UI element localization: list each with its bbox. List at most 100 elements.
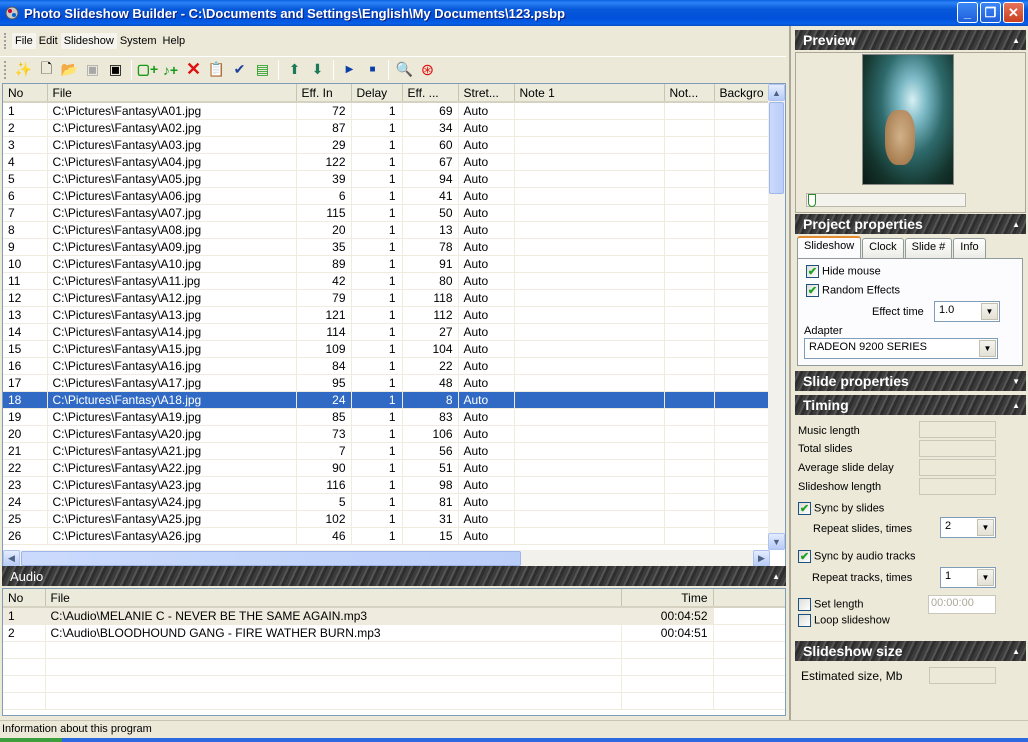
- table-cell[interactable]: 27: [402, 323, 459, 341]
- table-cell[interactable]: 15: [3, 340, 48, 358]
- column-header[interactable]: No: [3, 84, 48, 103]
- audio-row[interactable]: [3, 641, 785, 659]
- table-cell[interactable]: [664, 289, 715, 307]
- table-cell[interactable]: Auto: [458, 238, 515, 256]
- table-cell[interactable]: [514, 187, 665, 205]
- table-cell[interactable]: Auto: [458, 119, 515, 137]
- repeat-slides-select[interactable]: 2 ▼: [940, 517, 996, 538]
- table-cell[interactable]: 89: [296, 255, 352, 273]
- table-cell[interactable]: [664, 357, 715, 375]
- table-cell[interactable]: 73: [296, 425, 352, 443]
- dropdown-arrow-icon[interactable]: ▼: [981, 303, 998, 320]
- table-cell[interactable]: C:\Pictures\Fantasy\A24.jpg: [47, 493, 297, 511]
- table-cell[interactable]: C:\Pictures\Fantasy\A20.jpg: [47, 425, 297, 443]
- table-cell[interactable]: [664, 187, 715, 205]
- table-cell[interactable]: 114: [296, 323, 352, 341]
- table-cell[interactable]: [664, 323, 715, 341]
- table-cell[interactable]: 22: [3, 459, 48, 477]
- table-cell[interactable]: C:\Pictures\Fantasy\A14.jpg: [47, 323, 297, 341]
- table-cell[interactable]: [514, 493, 665, 511]
- preview-button[interactable]: 🔍: [393, 59, 416, 81]
- table-cell[interactable]: Auto: [458, 306, 515, 324]
- table-row[interactable]: 14 C:\Pictures\Fantasy\A14.jpg 114 1 27 Auto: [3, 323, 785, 341]
- collapse-icon[interactable]: ▲: [772, 572, 780, 581]
- table-cell[interactable]: 12: [3, 289, 48, 307]
- table-cell[interactable]: [514, 527, 665, 545]
- table-cell[interactable]: 84: [296, 357, 352, 375]
- column-header[interactable]: Eff. ...: [402, 84, 459, 103]
- audio-cell[interactable]: [713, 658, 785, 676]
- table-cell[interactable]: 2: [3, 119, 48, 137]
- table-cell[interactable]: 122: [296, 153, 352, 171]
- table-cell[interactable]: 94: [402, 170, 459, 188]
- table-cell[interactable]: 1: [351, 204, 403, 222]
- table-cell[interactable]: 121: [296, 306, 352, 324]
- save-button[interactable]: ▣: [81, 59, 104, 81]
- audio-cell[interactable]: [713, 607, 785, 625]
- table-cell[interactable]: Auto: [458, 340, 515, 358]
- table-cell[interactable]: [664, 425, 715, 443]
- table-cell[interactable]: Auto: [458, 102, 515, 120]
- table-cell[interactable]: [514, 221, 665, 239]
- table-cell[interactable]: 116: [296, 476, 352, 494]
- table-cell[interactable]: [514, 340, 665, 358]
- slides-horizontal-scrollbar[interactable]: ◀ ▶: [3, 550, 770, 566]
- start-button[interactable]: [0, 738, 62, 742]
- table-cell[interactable]: C:\Pictures\Fantasy\A04.jpg: [47, 153, 297, 171]
- table-cell[interactable]: C:\Pictures\Fantasy\A18.jpg: [47, 391, 297, 409]
- scroll-right-button[interactable]: ▶: [753, 550, 770, 566]
- table-cell[interactable]: 1: [351, 119, 403, 137]
- table-cell[interactable]: 90: [296, 459, 352, 477]
- dropdown-arrow-icon[interactable]: ▼: [977, 569, 994, 586]
- table-cell[interactable]: 1: [351, 442, 403, 460]
- delete-button[interactable]: ✕: [182, 59, 205, 81]
- audio-cell[interactable]: [45, 692, 622, 710]
- slide-properties-header[interactable]: Slide properties ▼: [795, 371, 1026, 391]
- audio-cell[interactable]: [45, 675, 622, 693]
- audio-cell[interactable]: [621, 641, 714, 659]
- close-button[interactable]: ✕: [1003, 2, 1024, 23]
- table-cell[interactable]: C:\Pictures\Fantasy\A07.jpg: [47, 204, 297, 222]
- loop-slideshow-checkbox[interactable]: Loop slideshow: [798, 614, 890, 627]
- menu-grip[interactable]: [4, 33, 7, 49]
- table-row[interactable]: 18 C:\Pictures\Fantasy\A18.jpg 24 1 8 Auto: [3, 391, 785, 409]
- table-cell[interactable]: 115: [296, 204, 352, 222]
- table-row[interactable]: 13 C:\Pictures\Fantasy\A13.jpg 121 1 112 Auto: [3, 306, 785, 324]
- table-row[interactable]: 23 C:\Pictures\Fantasy\A23.jpg 116 1 98 Auto: [3, 476, 785, 494]
- table-cell[interactable]: 1: [351, 306, 403, 324]
- table-cell[interactable]: [664, 221, 715, 239]
- table-cell[interactable]: Auto: [458, 374, 515, 392]
- table-cell[interactable]: [664, 442, 715, 460]
- table-cell[interactable]: C:\Pictures\Fantasy\A23.jpg: [47, 476, 297, 494]
- save-all-button[interactable]: ▣: [104, 59, 127, 81]
- table-cell[interactable]: 1: [351, 221, 403, 239]
- table-cell[interactable]: 95: [296, 374, 352, 392]
- menu-slideshow[interactable]: Slideshow: [60, 33, 117, 49]
- table-cell[interactable]: 1: [351, 408, 403, 426]
- table-cell[interactable]: [514, 476, 665, 494]
- table-cell[interactable]: C:\Pictures\Fantasy\A19.jpg: [47, 408, 297, 426]
- table-row[interactable]: 26 C:\Pictures\Fantasy\A26.jpg 46 1 15 Auto: [3, 527, 785, 545]
- table-cell[interactable]: 80: [402, 272, 459, 290]
- dropdown-arrow-icon[interactable]: ▼: [979, 340, 996, 357]
- project-properties-header[interactable]: Project properties ▲: [795, 214, 1026, 234]
- table-cell[interactable]: Auto: [458, 527, 515, 545]
- table-cell[interactable]: [514, 289, 665, 307]
- table-cell[interactable]: Auto: [458, 459, 515, 477]
- table-row[interactable]: 12 C:\Pictures\Fantasy\A12.jpg 79 1 118 Auto: [3, 289, 785, 307]
- table-cell[interactable]: Auto: [458, 221, 515, 239]
- table-cell[interactable]: 1: [351, 510, 403, 528]
- table-cell[interactable]: Auto: [458, 170, 515, 188]
- play-button[interactable]: ▶: [338, 59, 361, 81]
- table-cell[interactable]: 48: [402, 374, 459, 392]
- table-row[interactable]: 9 C:\Pictures\Fantasy\A09.jpg 35 1 78 Auto: [3, 238, 785, 256]
- audio-cell[interactable]: [713, 641, 785, 659]
- help-button[interactable]: ⊛: [416, 59, 439, 81]
- column-header[interactable]: Note 1: [514, 84, 665, 103]
- audio-cell[interactable]: [713, 624, 785, 642]
- table-cell[interactable]: [514, 391, 665, 409]
- table-cell[interactable]: 51: [402, 459, 459, 477]
- table-cell[interactable]: C:\Pictures\Fantasy\A11.jpg: [47, 272, 297, 290]
- effect-time-select[interactable]: 1.0 ▼: [934, 301, 1000, 322]
- wizard-button[interactable]: ✨: [12, 59, 35, 81]
